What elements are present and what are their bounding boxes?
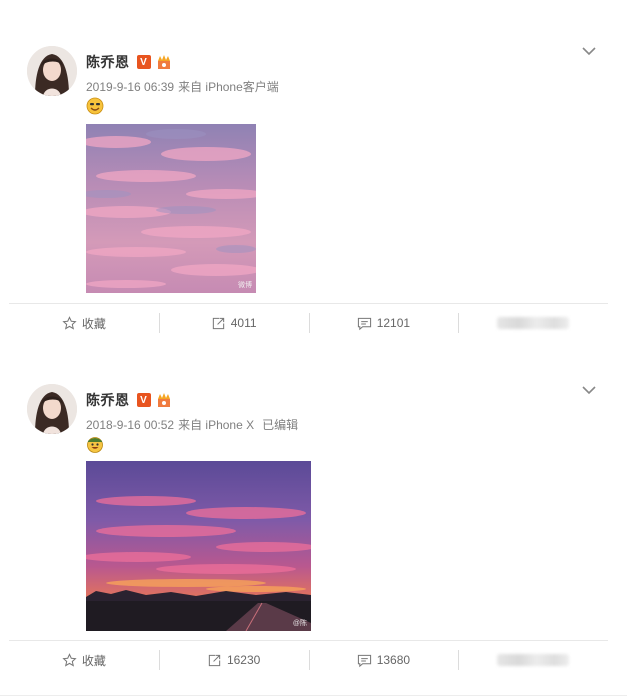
comment-button[interactable]: 12101 — [308, 305, 459, 341]
author-name[interactable]: 陈乔恩 — [86, 52, 130, 72]
verified-badge-icon: V — [136, 55, 151, 69]
post-photo[interactable]: 微博 — [86, 124, 256, 293]
verified-badge-icon: V — [136, 393, 151, 407]
photo-watermark: 微博 — [238, 282, 252, 289]
weibo-post-2: 陈乔恩 V 2018-9-16 00:52 来自 iPhone X 已编辑 @陈… — [0, 342, 627, 699]
sunset-road-photo — [86, 461, 311, 631]
divider — [9, 640, 608, 641]
comment-icon — [357, 317, 371, 330]
weibo-post-1: 陈乔恩 V 2019-9-16 06:39 来自 iPhone客户端 微博 收藏… — [0, 0, 627, 342]
favorite-label: 收藏 — [81, 316, 106, 331]
avatar[interactable] — [27, 384, 77, 434]
post-source: 来自 iPhone X — [178, 418, 255, 432]
post-timestamp[interactable]: 2018-9-16 00:52 — [86, 418, 174, 432]
comment-button[interactable]: 13680 — [308, 642, 459, 678]
repost-count: 16230 — [226, 653, 261, 667]
divider — [9, 303, 608, 304]
grinning-face-emoji-icon — [87, 437, 103, 453]
star-icon — [62, 652, 77, 667]
post-photo[interactable]: @陈 — [86, 461, 311, 631]
like-button[interactable] — [458, 642, 608, 678]
favorite-label: 收藏 — [81, 653, 106, 668]
blurred-like-count — [497, 317, 570, 329]
post-source: 来自 iPhone客户端 — [178, 80, 279, 94]
chevron-down-icon[interactable] — [582, 46, 596, 56]
favorite-button[interactable]: 收藏 — [9, 305, 159, 341]
repost-button[interactable]: 16230 — [158, 642, 309, 678]
repost-icon — [208, 654, 221, 666]
post-meta: 2019-9-16 06:39 来自 iPhone客户端 — [86, 78, 279, 95]
edited-label[interactable]: 已编辑 — [262, 418, 298, 432]
chevron-down-icon[interactable] — [582, 385, 596, 395]
action-bar: 收藏 4011 12101 — [9, 305, 608, 341]
vip-member-icon[interactable] — [155, 54, 173, 70]
avatar[interactable] — [27, 46, 77, 96]
post-meta: 2018-9-16 00:52 来自 iPhone X 已编辑 — [86, 416, 298, 433]
comment-icon — [357, 654, 371, 667]
bottom-divider — [0, 695, 627, 696]
repost-icon — [212, 317, 224, 329]
comment-count: 13680 — [376, 653, 411, 667]
avatar-image — [27, 384, 77, 434]
author-name[interactable]: 陈乔恩 — [86, 390, 130, 410]
repost-count: 4011 — [230, 316, 257, 330]
pink-cloud-sky-photo — [86, 124, 256, 293]
blurred-like-count — [497, 654, 570, 666]
action-bar: 收藏 16230 13680 — [9, 642, 608, 678]
like-button[interactable] — [458, 305, 608, 341]
post-timestamp[interactable]: 2019-9-16 06:39 — [86, 80, 174, 94]
repost-button[interactable]: 4011 — [158, 305, 309, 341]
comment-count: 12101 — [376, 316, 411, 330]
smiling-face-emoji-icon — [86, 97, 104, 115]
avatar-image — [27, 46, 77, 96]
star-icon — [62, 315, 77, 330]
photo-watermark: @陈 — [292, 620, 307, 627]
favorite-button[interactable]: 收藏 — [9, 642, 159, 678]
vip-member-icon[interactable] — [155, 392, 173, 408]
